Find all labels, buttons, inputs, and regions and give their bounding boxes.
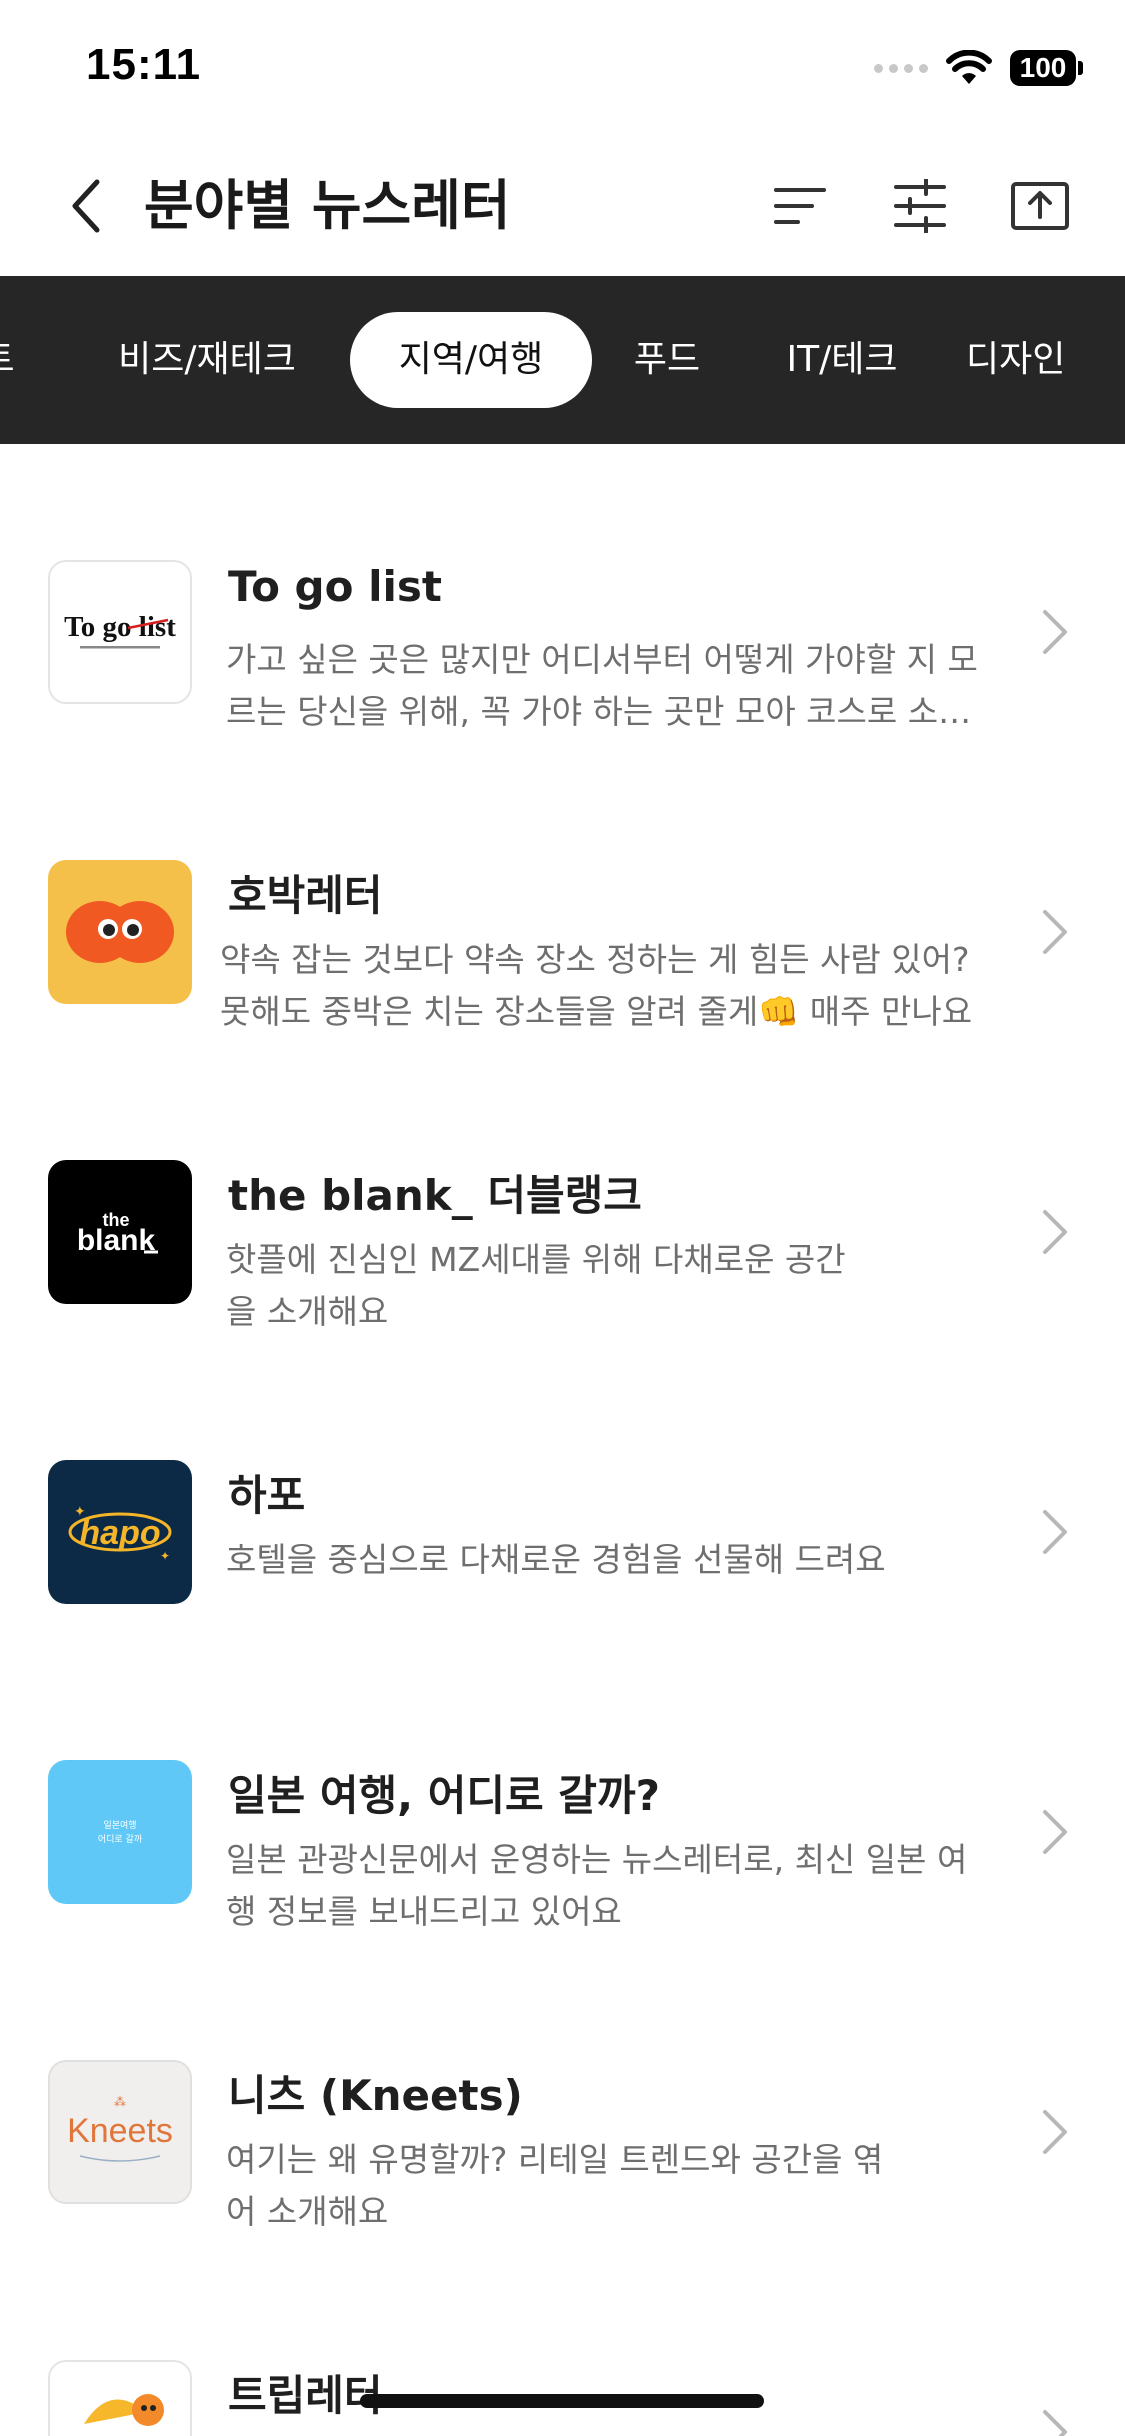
svg-text:일본여행: 일본여행 — [103, 1819, 136, 1831]
chevron-right-icon — [1037, 2102, 1073, 2162]
newsletter-title: 니츠 (Kneets) — [228, 2071, 523, 2120]
newsletter-description: 일본 관광신문에서 운영하는 뉴스레터로, 최신 일본 여행 정보를 보내드리고… — [226, 1840, 968, 1931]
tab-region-travel[interactable]: 지역/여행 — [350, 312, 592, 408]
chevron-left-icon — [72, 179, 100, 233]
share-button[interactable] — [1004, 170, 1076, 242]
tab-biz-finance[interactable]: 비즈/재테크 — [100, 312, 314, 408]
svg-text:blank: blank — [77, 1224, 156, 1257]
category-tab-bar: 트 비즈/재테크 지역/여행 푸드 IT/테크 디자인 — [0, 276, 1125, 444]
newsletter-title: 호박레터 — [228, 871, 383, 920]
mascot-icon — [84, 2394, 164, 2426]
home-indicator[interactable] — [360, 2394, 764, 2408]
newsletter-description-text: 여기는 왜 유명할까? 리테일 트렌드와 공간을 엮어 소개해요 — [226, 2140, 884, 2231]
tab-food[interactable]: 푸드 — [620, 312, 714, 408]
wifi-icon — [946, 50, 992, 84]
newsletter-logo: To go list — [48, 560, 192, 704]
svg-text:⁂: ⁂ — [114, 2095, 126, 2109]
newsletter-logo — [48, 860, 192, 1004]
chevron-right-icon — [1037, 1802, 1073, 1862]
battery-icon: 100 — [1010, 50, 1083, 86]
newsletter-title: the blank_ 더블랭크 — [228, 1171, 642, 1220]
newsletter-logo: the blank — [48, 1160, 192, 1304]
logo-text: Kneets — [67, 2112, 173, 2150]
newsletter-logo: 일본여행 어디로 갈까 — [48, 1760, 192, 1904]
chevron-right-icon — [1037, 902, 1073, 962]
newsletter-logo: ⁂ Kneets — [48, 2060, 192, 2204]
back-button[interactable] — [54, 170, 118, 242]
svg-text:✦: ✦ — [160, 1549, 170, 1563]
chevron-right-icon — [1037, 1202, 1073, 1262]
cellular-signal-icon — [874, 63, 928, 73]
sliders-icon — [894, 179, 946, 233]
chevron-right-icon — [1037, 602, 1073, 662]
newsletter-description-text: 핫플에 진심인 MZ세대를 위해 다채로운 공간을 소개해요 — [226, 1240, 846, 1331]
list-item[interactable]: 일본여행 어디로 갈까 일본 여행, 어디로 갈까? 일본 관광신문에서 운영하… — [0, 1644, 1125, 1944]
newsletter-title: 트립레터 — [228, 2371, 383, 2420]
newsletter-description: 가고 싶은 곳은 많지만 어디서부터 어떻게 가야할 지 모르는 당신을 위해,… — [226, 640, 978, 731]
chevron-right-icon — [1037, 1502, 1073, 1562]
newsletter-description: 여기는 왜 유명할까? 리테일 트렌드와 공간을 엮어 소개해요 — [226, 2134, 986, 2238]
page-title: 분야별 뉴스레터 — [144, 174, 511, 237]
logo-text: hapo — [79, 1514, 160, 1552]
list-item[interactable]: To go list To go list 가고 싶은 곳은 많지만 어디서부터… — [0, 444, 1125, 744]
svg-text:✦: ✦ — [74, 1504, 86, 1520]
status-indicators: 100 — [874, 46, 1083, 90]
sort-icon — [774, 188, 826, 224]
svg-text:어디로 갈까: 어디로 갈까 — [98, 1834, 143, 1845]
newsletter-description: 약속 잡는 것보다 약속 장소 정하는 게 힘든 사람 있어? 못해도 중박은 … — [220, 940, 973, 1031]
list-item[interactable]: ⁂ Kneets 니츠 (Kneets) 여기는 왜 유명할까? 리테일 트렌드… — [0, 1944, 1125, 2244]
newsletter-description: 핫플에 진심인 MZ세대를 위해 다채로운 공간을 소개해요 — [226, 1234, 986, 1338]
upload-icon — [1011, 182, 1069, 230]
filter-button[interactable] — [884, 170, 956, 242]
tab-design[interactable]: 디자인 — [966, 312, 1116, 408]
list-item[interactable]: hapo ✦ ✦ 하포 호텔을 중심으로 다채로운 경험을 선물해 드려요 — [0, 1344, 1125, 1644]
logo-text: To go list — [64, 611, 176, 643]
status-bar: 15:11 100 — [0, 0, 1125, 140]
battery-level: 100 — [1010, 50, 1076, 86]
tab-partial[interactable]: 트 — [0, 312, 20, 408]
pumpkin-face-icon — [66, 901, 174, 963]
newsletter-list: To go list To go list 가고 싶은 곳은 많지만 어디서부터… — [0, 444, 1125, 2436]
list-item[interactable]: the blank the blank_ 더블랭크 핫플에 진심인 MZ세대를 … — [0, 1044, 1125, 1344]
tab-it-tech[interactable]: IT/테크 — [770, 312, 914, 408]
sort-button[interactable] — [764, 170, 836, 242]
header: 분야별 뉴스레터 — [0, 140, 1125, 276]
newsletter-title: To go list — [228, 562, 442, 611]
newsletter-description: 호텔을 중심으로 다채로운 경험을 선물해 드려요 — [226, 1540, 886, 1579]
newsletter-logo: hapo ✦ ✦ — [48, 1460, 192, 1604]
status-time: 15:11 — [86, 40, 202, 89]
newsletter-title: 일본 여행, 어디로 갈까? — [228, 1771, 660, 1820]
newsletter-title: 하포 — [228, 1471, 306, 1520]
chevron-right-icon — [1037, 2402, 1073, 2436]
newsletter-logo — [48, 2360, 192, 2436]
list-item[interactable]: 호박레터 약속 잡는 것보다 약속 장소 정하는 게 힘든 사람 있어? 못해도… — [0, 744, 1125, 1044]
